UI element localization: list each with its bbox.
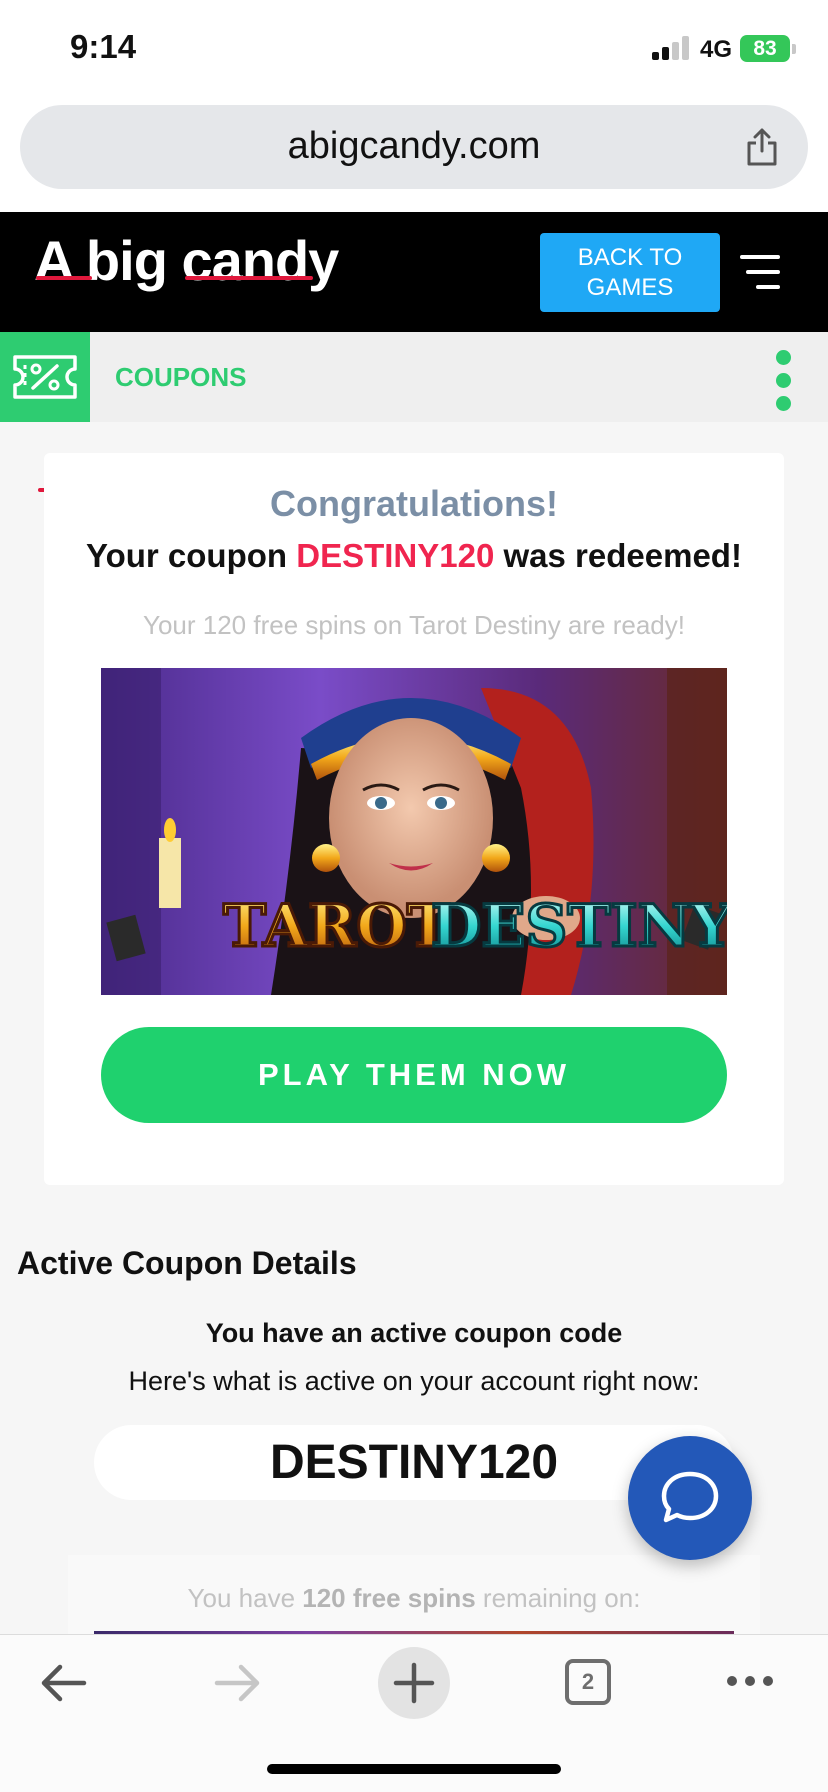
share-icon[interactable]: [744, 127, 780, 167]
redeemed-prefix: Your coupon: [86, 537, 297, 574]
plus-icon: [393, 1662, 435, 1704]
home-indicator: [267, 1764, 561, 1774]
game-banner-image[interactable]: TAROT DESTINY: [101, 668, 727, 995]
remaining-suffix: remaining on:: [475, 1583, 641, 1613]
coupons-label[interactable]: COUPONS: [115, 362, 246, 393]
battery-icon: 83: [740, 35, 790, 62]
redeem-card: Congratulations! Your coupon DESTINY120 …: [44, 453, 784, 1185]
redeemed-suffix: was redeemed!: [494, 537, 742, 574]
browser-url-area: abigcandy.com: [0, 100, 828, 212]
new-tab-button[interactable]: [378, 1647, 450, 1719]
remaining-spins-text: You have 120 free spins remaining on:: [68, 1583, 760, 1614]
spins-ready-text: Your 120 free spins on Tarot Destiny are…: [143, 610, 685, 640]
game-title-destiny: DESTINY: [431, 892, 727, 960]
chat-button[interactable]: [628, 1436, 752, 1560]
active-coupon-heading: Active Coupon Details: [17, 1245, 357, 1281]
game-title-tarot: TAROT: [223, 892, 450, 960]
play-them-now-button[interactable]: PLAY THEM NOW: [101, 1027, 727, 1123]
forward-arrow-icon[interactable]: [213, 1661, 263, 1705]
congrats-title: Congratulations!: [270, 483, 558, 524]
tarot-destiny-artwork: TAROT DESTINY: [101, 668, 727, 995]
status-time: 9:14: [70, 28, 137, 65]
tabs-icon[interactable]: 2: [565, 1659, 611, 1705]
coupon-tab[interactable]: [0, 332, 90, 422]
coupons-bar: COUPONS: [0, 332, 828, 422]
menu-icon[interactable]: [740, 255, 780, 289]
remaining-bold: 120 free spins: [302, 1583, 476, 1613]
remaining-prefix: You have: [187, 1583, 303, 1613]
battery-tip: [792, 44, 796, 54]
logo-underline-candy: [185, 276, 313, 280]
status-bar: 9:14 4G 83: [0, 0, 828, 100]
more-icon[interactable]: [726, 1673, 774, 1689]
site-logo[interactable]: A big candy: [34, 228, 339, 293]
active-coupon-subheading: You have an active coupon code: [205, 1318, 623, 1348]
coupon-percent-icon: [13, 355, 77, 399]
signal-icon: [652, 36, 692, 60]
redeemed-coupon-code: DESTINY120: [296, 537, 495, 574]
site-header: A big candy BACK TO GAMES: [0, 212, 828, 492]
active-coupon-description: Here's what is active on your account ri…: [128, 1366, 700, 1396]
back-arrow-icon[interactable]: [38, 1661, 88, 1705]
chat-icon: [661, 1471, 719, 1523]
kebab-menu-icon[interactable]: [774, 350, 794, 411]
back-button-line2: GAMES: [586, 274, 674, 301]
battery-level: 83: [753, 37, 777, 60]
back-to-games-button[interactable]: BACK TO GAMES: [540, 233, 720, 312]
network-type: 4G: [700, 36, 733, 63]
url-bar[interactable]: abigcandy.com: [20, 105, 808, 189]
logo-underline-a: [36, 276, 92, 280]
redeemed-message: Your coupon DESTINY120 was redeemed!: [44, 537, 784, 575]
back-button-line1: BACK TO: [577, 244, 683, 271]
url-text: abigcandy.com: [287, 125, 541, 167]
